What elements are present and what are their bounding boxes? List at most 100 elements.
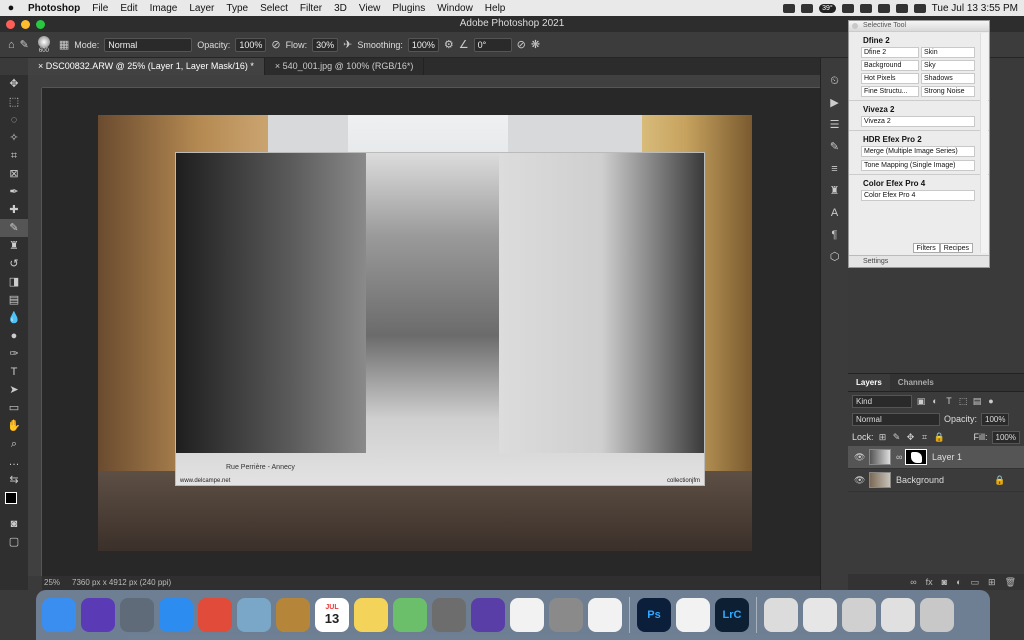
clock-datetime[interactable]: Tue Jul 13 3:55 PM <box>932 3 1018 14</box>
settings-button[interactable]: Settings <box>849 255 989 267</box>
layer-style-icon[interactable]: fx <box>926 577 933 587</box>
dock-notes-icon[interactable] <box>354 598 388 632</box>
tray-app-icon[interactable] <box>801 3 814 13</box>
dock-preview-icon[interactable] <box>237 598 271 632</box>
shadows-button[interactable]: Shadows <box>921 73 975 84</box>
smoothing-input[interactable]: 100% <box>407 37 439 52</box>
section-dfine[interactable]: Dfine 2 <box>849 31 989 47</box>
layer-thumbnail[interactable] <box>869 472 891 488</box>
edit-toolbar-icon[interactable]: … <box>0 453 28 471</box>
layer-thumbnail[interactable] <box>869 449 891 465</box>
menu-file[interactable]: File <box>86 3 114 14</box>
strong-noise-button[interactable]: Strong Noise <box>921 86 975 97</box>
dock-trash-icon[interactable] <box>920 598 954 632</box>
fine-structure-button[interactable]: Fine Structu... <box>861 86 919 97</box>
clone-stamp-tool-icon[interactable]: ♜ <box>0 237 28 255</box>
tab-close-icon[interactable]: × <box>275 61 280 71</box>
crop-tool-icon[interactable]: ⌗ <box>0 147 28 165</box>
brushes-panel-icon[interactable]: ✎ <box>821 136 848 158</box>
dock-finder-window-4-icon[interactable] <box>881 598 915 632</box>
document-info[interactable]: 7360 px x 4912 px (240 ppi) <box>72 576 171 590</box>
symmetry-icon[interactable]: ❋ <box>531 38 540 51</box>
layer-mask-thumbnail[interactable] <box>905 449 927 465</box>
tab-close-icon[interactable]: × <box>38 61 43 71</box>
opacity-input[interactable]: 100% <box>235 37 267 52</box>
type-tool-icon[interactable]: T <box>0 363 28 381</box>
menu-edit[interactable]: Edit <box>114 3 143 14</box>
section-color-efex[interactable]: Color Efex Pro 4 <box>849 174 989 190</box>
menu-3d[interactable]: 3D <box>328 3 353 14</box>
move-tool-icon[interactable]: ✥ <box>0 75 28 93</box>
filter-kind-dropdown[interactable]: Kind <box>852 394 912 408</box>
dock-chrome-icon[interactable] <box>198 598 232 632</box>
brush-tool-icon[interactable]: ✎ <box>0 219 28 237</box>
blend-mode-dropdown[interactable]: Normal <box>852 412 940 426</box>
menu-window[interactable]: Window <box>431 3 479 14</box>
close-window-button[interactable] <box>6 20 15 29</box>
filter-toggle-icon[interactable]: ● <box>986 396 996 406</box>
healing-brush-tool-icon[interactable]: ✚ <box>0 201 28 219</box>
vertical-ruler[interactable] <box>28 88 42 576</box>
character-panel-icon[interactable]: A <box>821 202 848 224</box>
dock-finder-window-1-icon[interactable] <box>764 598 798 632</box>
blur-tool-icon[interactable]: 💧 <box>0 309 28 327</box>
screen-mode-icon[interactable]: ▢ <box>0 533 28 551</box>
mode-dropdown[interactable]: Normal <box>104 37 193 52</box>
flow-input[interactable]: 30% <box>312 37 339 52</box>
paragraph-panel-icon[interactable]: ¶ <box>821 224 848 246</box>
dock-finder-icon[interactable] <box>42 598 76 632</box>
lock-artboard-icon[interactable]: ⌗ <box>920 432 930 443</box>
tab-channels[interactable]: Channels <box>890 374 942 391</box>
3d-panel-icon[interactable]: ⬡ <box>821 246 848 268</box>
wifi-icon[interactable] <box>877 3 890 13</box>
filter-smart-object-icon[interactable]: ▤ <box>972 396 982 407</box>
pressure-size-icon[interactable]: ⊘ <box>517 38 526 51</box>
menu-select[interactable]: Select <box>254 3 294 14</box>
background-button[interactable]: Background <box>861 60 919 71</box>
tab-filters[interactable]: Filters <box>912 243 940 253</box>
lock-position-icon[interactable]: ✥ <box>906 432 916 443</box>
path-selection-tool-icon[interactable]: ➤ <box>0 381 28 399</box>
lock-icon[interactable]: 🔒 <box>994 475 1005 486</box>
menu-plugins[interactable]: Plugins <box>386 3 431 14</box>
dock-music-icon[interactable] <box>510 598 544 632</box>
foreground-color-swatch[interactable] <box>5 492 17 504</box>
gradient-tool-icon[interactable]: ▤ <box>0 291 28 309</box>
dock-photos-icon[interactable] <box>588 598 622 632</box>
angle-input[interactable]: 0° <box>473 37 512 52</box>
tab-540-001[interactable]: × 540_001.jpg @ 100% (RGB/16*) <box>265 58 425 75</box>
clock-icon[interactable] <box>841 3 854 13</box>
temperature-badge[interactable]: 39° <box>819 3 836 13</box>
fill-input[interactable]: 100% <box>991 430 1020 444</box>
tab-recipes[interactable]: Recipes <box>939 243 973 253</box>
eraser-tool-icon[interactable]: ◨ <box>0 273 28 291</box>
clone-source-panel-icon[interactable]: ♜ <box>821 180 848 202</box>
merge-button[interactable]: Merge (Multiple Image Series) <box>861 146 975 157</box>
zoom-level[interactable]: 25% <box>44 576 60 590</box>
layer-row-background[interactable]: 👁 Background 🔒 <box>848 469 1024 492</box>
dock-imovie-icon[interactable] <box>471 598 505 632</box>
dock-notebooks-icon[interactable] <box>276 598 310 632</box>
creative-cloud-icon[interactable] <box>783 3 796 13</box>
dock-maps-icon[interactable] <box>393 598 427 632</box>
rectangle-tool-icon[interactable]: ▭ <box>0 399 28 417</box>
zoom-tool-icon[interactable]: ⌕ <box>0 435 28 453</box>
history-brush-tool-icon[interactable]: ↺ <box>0 255 28 273</box>
dock-lightroom-classic-icon[interactable]: LrC <box>715 598 749 632</box>
canvas-area[interactable]: www.delcampe.net Rue Perrière - Annecy c… <box>42 88 820 576</box>
dock-photoshop-icon[interactable]: Ps <box>637 598 671 632</box>
selective-tool-header[interactable]: Selective Tool <box>849 21 989 31</box>
brush-tool-icon[interactable]: ✎ <box>20 38 29 51</box>
filter-pixel-icon[interactable]: ▣ <box>916 396 926 407</box>
filter-type-icon[interactable]: T <box>944 396 954 406</box>
pressure-opacity-icon[interactable]: ⊘ <box>271 38 280 51</box>
airbrush-icon[interactable]: ✈ <box>343 38 352 51</box>
quick-select-tool-icon[interactable]: ✧ <box>0 129 28 147</box>
quick-mask-icon[interactable]: ◙ <box>0 515 28 533</box>
tab-layers[interactable]: Layers <box>848 374 890 391</box>
swap-colors-icon[interactable]: ⇆ <box>0 471 28 489</box>
marquee-tool-icon[interactable]: ⬚ <box>0 93 28 111</box>
dock-siri-icon[interactable] <box>81 598 115 632</box>
zoom-window-button[interactable] <box>36 20 45 29</box>
filter-shape-icon[interactable]: ⬚ <box>958 396 968 407</box>
